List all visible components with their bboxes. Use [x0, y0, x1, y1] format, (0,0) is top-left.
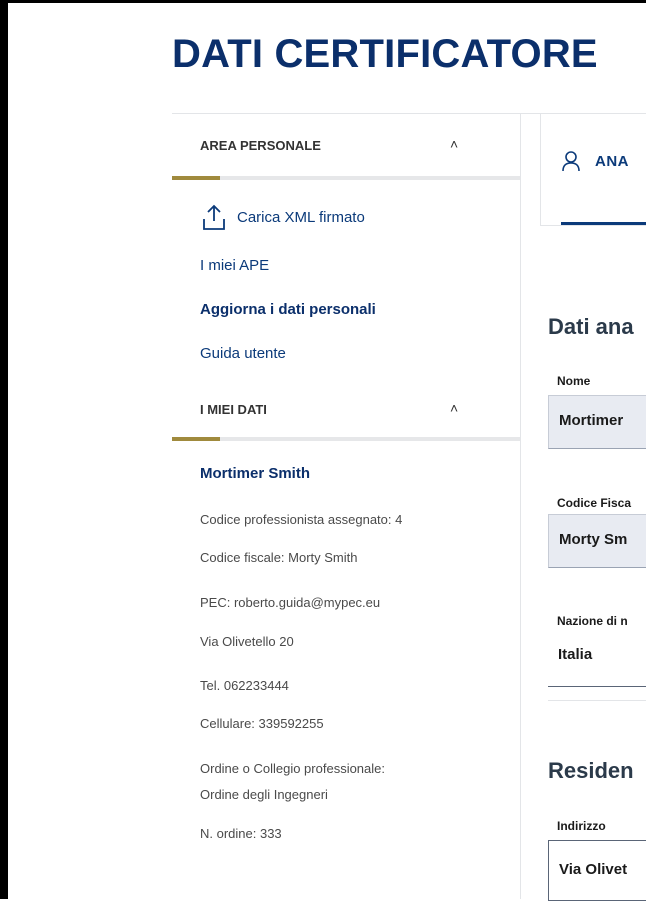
- upload-xml-link[interactable]: Carica XML firmato: [202, 202, 365, 232]
- section-track: [172, 437, 520, 441]
- upload-icon: [203, 204, 225, 230]
- section-header-area-personale[interactable]: AREA PERSONALE ˄: [172, 135, 520, 205]
- window-frame-top: [8, 0, 646, 3]
- sidebar-item-miei-ape[interactable]: I miei APE: [200, 257, 269, 274]
- info-cellulare: Cellulare: 339592255: [200, 716, 324, 731]
- section-header-miei-dati[interactable]: I MIEI DATI ˄: [172, 399, 520, 469]
- chevron-up-icon[interactable]: ˄: [450, 136, 458, 152]
- sidebar-item-guida-utente[interactable]: Guida utente: [200, 345, 286, 362]
- tab-anagrafica[interactable]: ANA: [561, 150, 629, 172]
- section-label-area-personale: AREA PERSONALE: [200, 138, 321, 153]
- nazione-select[interactable]: Italia: [548, 636, 646, 687]
- upload-xml-label: Carica XML firmato: [237, 208, 365, 226]
- indirizzo-field[interactable]: Via Olivet: [548, 840, 646, 901]
- tab-label: ANA: [595, 152, 629, 170]
- column-divider: [520, 113, 521, 899]
- label-nazione-nascita: Nazione di n: [557, 614, 628, 628]
- section-title-dati-anagrafici: Dati ana: [548, 314, 634, 339]
- info-telefono: Tel. 062233444: [200, 678, 289, 693]
- label-codice-fiscale: Codice Fisca: [557, 496, 632, 510]
- info-indirizzo: Via Olivetello 20: [200, 634, 294, 649]
- info-numero-ordine: N. ordine: 333: [200, 826, 282, 841]
- info-ordine-label: Ordine o Collegio professionale:: [200, 761, 385, 776]
- label-indirizzo: Indirizzo: [557, 819, 606, 833]
- page-title: DATI CERTIFICATORE: [172, 32, 598, 76]
- codice-fiscale-value: Morty Sm: [559, 531, 628, 548]
- info-codice-fiscale: Codice fiscale: Morty Smith: [200, 550, 358, 565]
- info-ordine-value: Ordine degli Ingegneri: [200, 787, 328, 802]
- nome-field[interactable]: Mortimer: [548, 395, 646, 449]
- info-pec: PEC: roberto.guida@mypec.eu: [200, 595, 381, 610]
- chevron-up-icon[interactable]: ˄: [450, 400, 458, 416]
- label-nome: Nome: [557, 374, 591, 388]
- nazione-value: Italia: [558, 646, 593, 663]
- sidebar-item-aggiorna-dati[interactable]: Aggiorna i dati personali: [200, 301, 376, 318]
- codice-fiscale-field[interactable]: Morty Sm: [548, 514, 646, 568]
- user-icon: [562, 151, 580, 172]
- section-title-residenza: Residen: [548, 758, 634, 783]
- section-track: [172, 176, 520, 180]
- user-full-name: Mortimer Smith: [200, 465, 311, 482]
- tab-active-underline: [561, 222, 646, 225]
- section-label-miei-dati: I MIEI DATI: [200, 402, 267, 417]
- info-codice-professionista: Codice professionista assegnato: 4: [200, 512, 403, 527]
- section-accent-bar: [172, 437, 220, 441]
- window-frame-left: [0, 0, 8, 899]
- section-accent-bar: [172, 176, 220, 180]
- nome-value: Mortimer: [559, 412, 624, 429]
- section-divider: [548, 700, 646, 701]
- indirizzo-value: Via Olivet: [559, 861, 628, 878]
